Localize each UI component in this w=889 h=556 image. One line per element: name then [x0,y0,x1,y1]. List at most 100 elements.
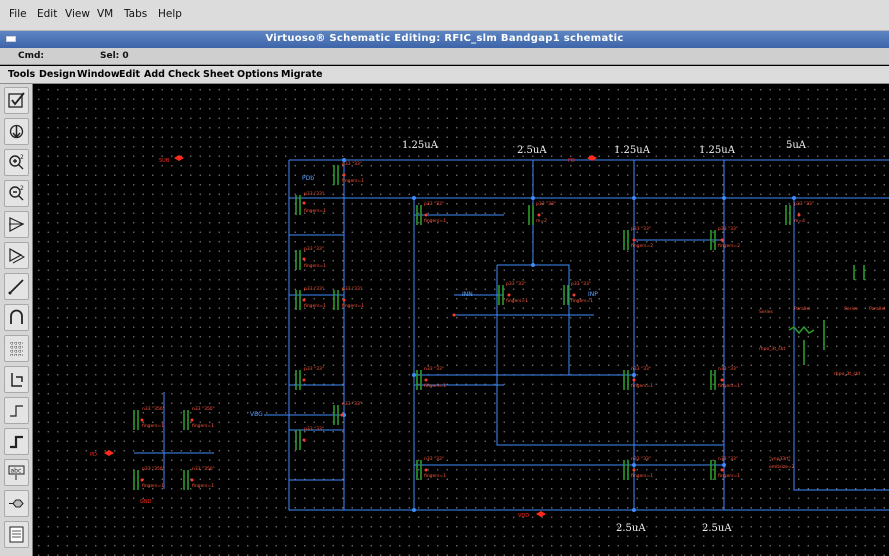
current-label: 2.5uA [702,523,732,534]
svg-text:m=4: m=4 [794,218,805,224]
current-label: 5uA [786,140,807,151]
svg-text:fingers=1: fingers=1 [304,263,326,269]
svg-text:p33 "33": p33 "33" [718,226,738,232]
resistors [788,265,865,335]
terminal-dots [140,173,801,482]
fit-icon[interactable] [4,118,29,145]
menu-options[interactable]: Options [237,69,279,80]
menu-sheet[interactable]: Sheet [203,69,234,80]
pin-pd-left: PD [90,450,114,458]
symbol-icon[interactable] [4,304,29,331]
menu-window[interactable]: Window [77,69,120,80]
menu-tools[interactable]: Tools [8,69,35,80]
vm-menu-tabs[interactable]: Tabs [124,8,147,20]
net-icon[interactable] [4,490,29,517]
svg-text:fingers=2: fingers=2 [631,243,653,249]
vm-menu-view[interactable]: View [65,8,90,20]
svg-text:GND: GND [140,499,152,505]
svg-text:n33 "33": n33 "33" [342,401,362,407]
wire-icon[interactable] [4,273,29,300]
current-label: 1.25uA [614,145,651,156]
transistor-col7 [785,205,825,365]
transistor-mid-left [295,370,339,450]
svg-text:p33 "33": p33 "33" [304,366,324,372]
schematic-canvas[interactable]: p33 "33" fingers=1 p33 "33" fingers=1 p33 … [34,85,889,556]
svg-text:n33 "350": n33 "350" [192,406,215,412]
transistor-col2 [333,165,339,310]
property-icon[interactable] [4,521,29,548]
pin-inp: INP [588,291,598,298]
svg-text:fingers=1: fingers=1 [424,218,446,224]
svg-text:Parallel: Parallel [794,306,810,312]
svg-text:VDD: VDD [518,513,529,519]
svg-text:Series: Series [759,309,773,315]
transistor-col6 [710,230,716,480]
schematic-drawing: p33 "33" fingers=1 p33 "33" fingers=1 p33 … [90,140,889,534]
svg-text:p33 "33": p33 "33" [631,226,651,232]
menu-migrate[interactable]: Migrate [281,69,323,80]
zoom-out-icon[interactable]: 2 [4,180,29,207]
instance-icon[interactable] [4,335,29,362]
svg-text:fingers=2: fingers=2 [718,243,740,249]
current-labels: 1.25uA 2.5uA 1.25uA 1.25uA 5uA 2.5uA 2.5… [402,140,807,534]
svg-text:fingers=1: fingers=1 [506,298,528,304]
svg-text:p33 "33": p33 "33" [304,246,324,252]
pin-gnd: GND [140,499,152,505]
vm-menu-file[interactable]: File [9,8,27,20]
transistor-left-block [133,410,189,490]
svg-text:p33 "33": p33 "33" [304,191,324,197]
transistors [133,165,865,490]
vm-menu-edit[interactable]: Edit [37,8,57,20]
pin-sub: SUB [159,155,184,164]
vm-menu-help[interactable]: Help [158,8,182,20]
pin-icon[interactable] [4,366,29,393]
svg-text:fingers=1: fingers=1 [571,298,593,304]
instance-labels: p33 "33" fingers=1 p33 "33" fingers=1 p33 … [142,161,885,489]
transistor-col5 [623,230,629,480]
transistor-col3 [416,205,422,480]
svg-text:p33 "33": p33 "33" [304,426,324,432]
zoom-in-icon[interactable]: 2 [4,149,29,176]
vm-menu-vm[interactable]: VM [97,8,113,20]
svg-text:fingers=1: fingers=1 [304,303,326,309]
svg-text:n33 "350": n33 "350" [142,466,165,472]
cmd-label: Cmd: [18,51,45,61]
stretch-icon[interactable] [4,211,29,238]
svg-text:fingers=1: fingers=1 [424,473,446,479]
pin-vdd: VDD [518,511,546,519]
window-title: Virtuoso® Schematic Editing: RFIC_slm Ba… [265,33,624,44]
left-toolbar: 2 2 abc [0,84,33,556]
wire-wide-icon[interactable] [4,428,29,455]
svg-text:VBG: VBG [250,411,263,418]
svg-text:2: 2 [20,154,24,161]
svg-text:Series: Series [844,306,858,312]
svg-text:fingers=1: fingers=1 [142,483,164,489]
label-icon[interactable]: abc [4,459,29,486]
svg-text:fingers=1: fingers=1 [192,423,214,429]
svg-text:p33 "33": p33 "33" [506,281,526,287]
svg-text:fingers=1: fingers=1 [142,423,164,429]
copy-icon[interactable] [4,242,29,269]
menu-edit[interactable]: Edit [119,69,140,80]
wire-narrow-icon[interactable] [4,397,29,424]
current-label: 2.5uA [517,145,547,156]
vm-menubar: File Edit View VM Tabs Help [0,0,889,31]
svg-text:p33 "33": p33 "33" [536,201,556,207]
svg-text:fingers=1: fingers=1 [631,473,653,479]
svg-text:"ynp33rf": "ynp33rf" [769,456,791,462]
svg-text:fingers=1: fingers=1 [718,473,740,479]
svg-text:fingers=1: fingers=1 [192,483,214,489]
menu-check[interactable]: Check [168,69,200,80]
pin-inn: INN [462,291,473,298]
menu-design[interactable]: Design [39,69,76,80]
svg-text:fingers=1: fingers=1 [342,303,364,309]
svg-text:p33 "33": p33 "33" [304,286,324,292]
current-label: 1.25uA [699,145,736,156]
svg-text:p33 "33": p33 "33" [342,161,362,167]
svg-text:rhpo_3t_ckt: rhpo_3t_ckt [834,371,860,377]
svg-text:n33 "33": n33 "33" [718,456,738,462]
check-and-save-icon[interactable] [4,87,29,114]
svg-text:n33 "350": n33 "350" [192,466,215,472]
menu-add[interactable]: Add [144,69,165,80]
selection-count: Sel: 0 [100,51,129,61]
